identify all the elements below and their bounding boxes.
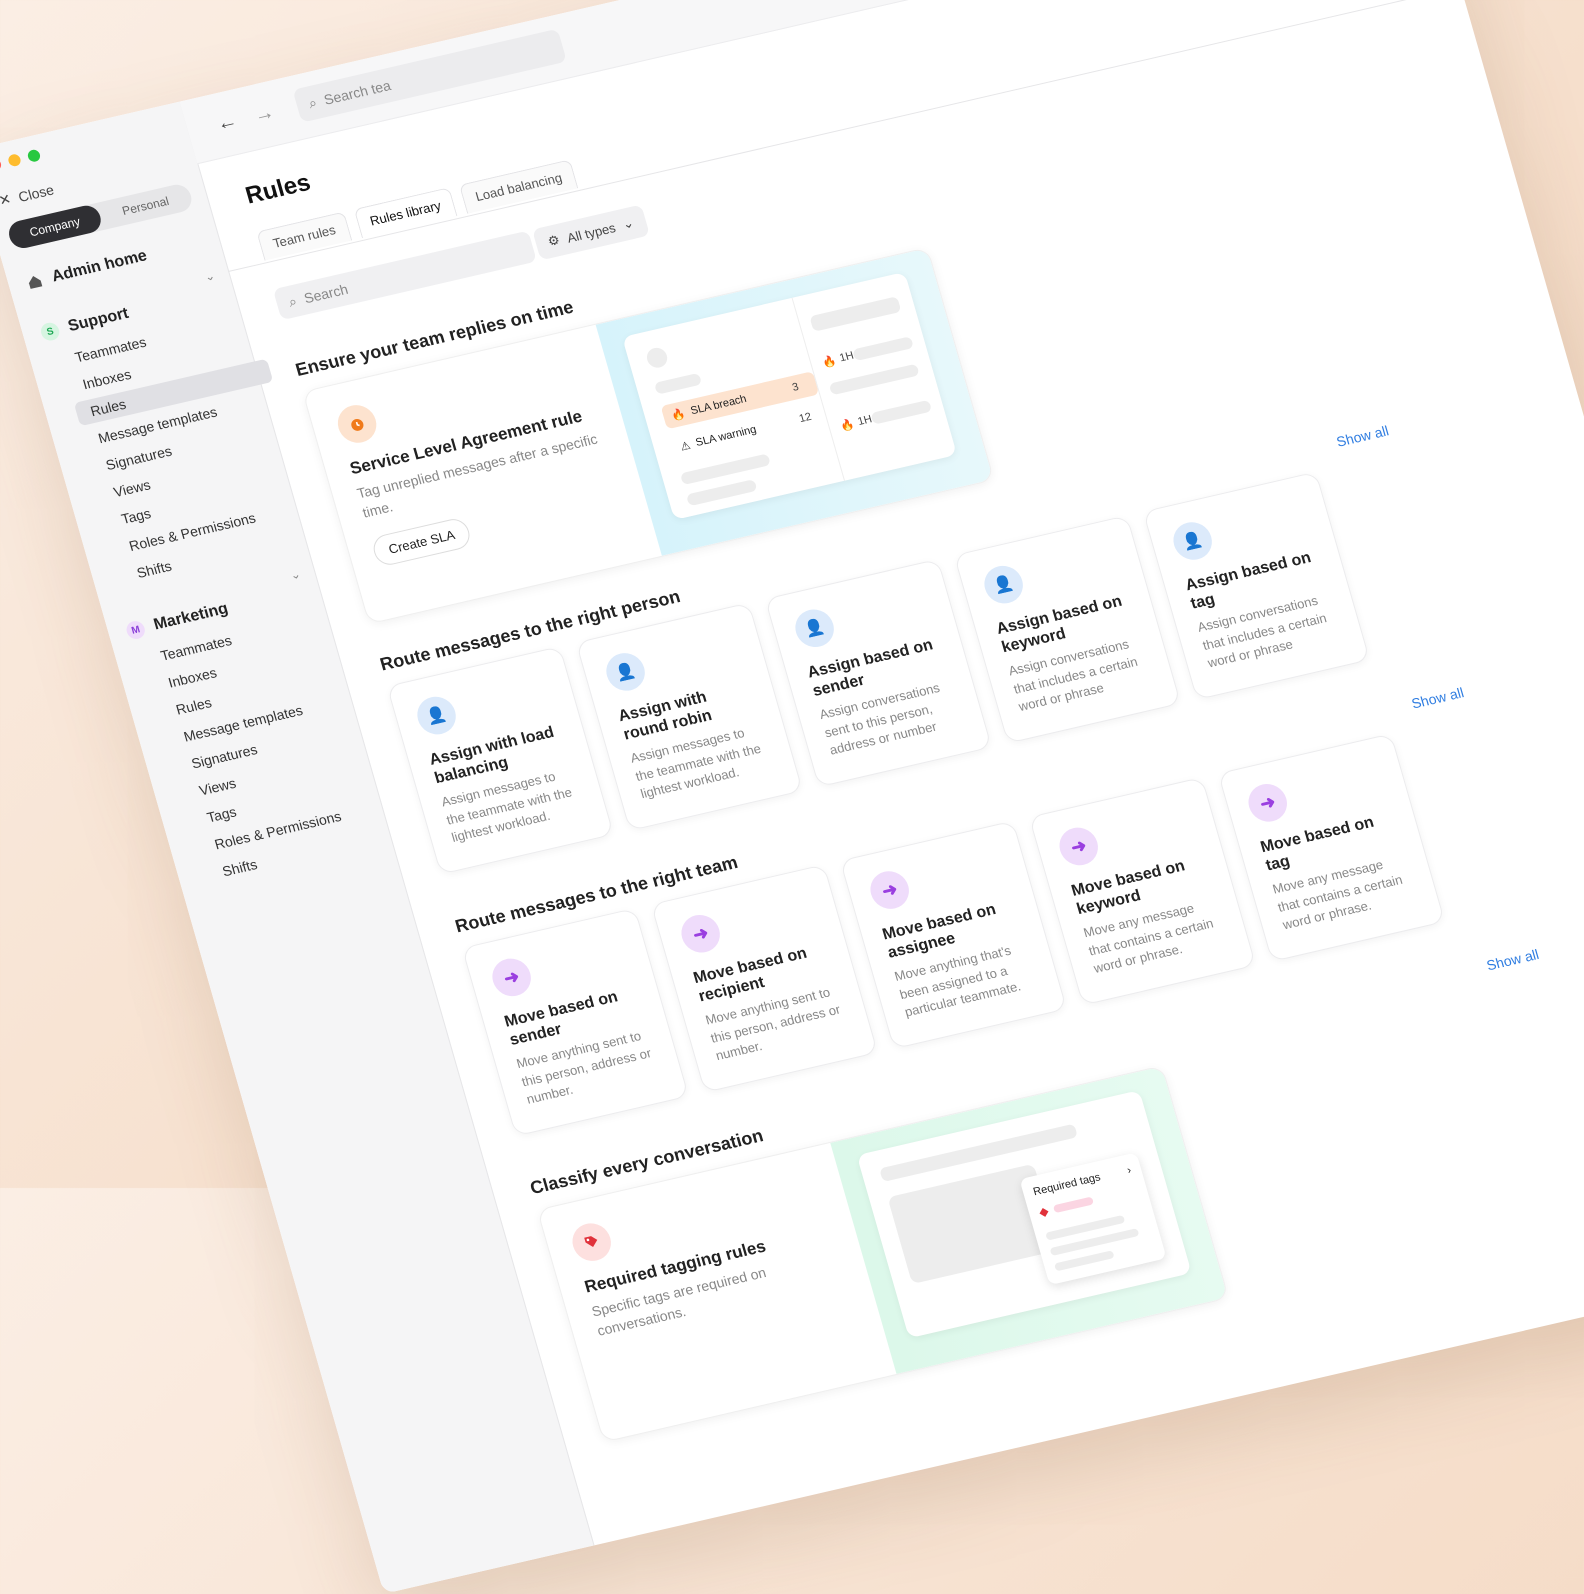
tag-chip: [1053, 1196, 1095, 1214]
avatar: [644, 345, 670, 370]
tag-icon: [567, 1219, 616, 1265]
segment-company[interactable]: Company: [5, 202, 105, 251]
rule-card[interactable]: ➜ Move based on sender Move anything sen…: [461, 907, 690, 1137]
fire-icon: 🔥: [821, 354, 838, 370]
minimize-window-dot[interactable]: [6, 153, 22, 168]
chevron-right-icon[interactable]: ›: [1126, 1164, 1133, 1176]
sidebar-item-views[interactable]: Views: [112, 476, 153, 500]
assign-user-icon: 👤: [412, 692, 461, 739]
group-badge: M: [124, 619, 147, 641]
group-name: Marketing: [151, 600, 231, 634]
assign-user-icon: 👤: [601, 649, 650, 695]
gear-icon: ⚙: [545, 231, 562, 250]
alarm-clock-icon: [333, 401, 381, 447]
rule-card[interactable]: ➜ Move based on recipient Move anything …: [650, 864, 879, 1093]
back-arrow-icon[interactable]: ←: [214, 110, 240, 137]
sla-preview-panel: 🔥 SLA breach 3 ⚠ SLA warning 12 🔥 1H 🔥 1…: [595, 248, 994, 556]
arrow-right-icon: ➜: [676, 911, 725, 957]
placeholder-bar: [828, 363, 920, 396]
search-icon: ⌕: [306, 93, 319, 111]
time-tag: 🔥 1H: [839, 413, 874, 433]
sidebar-item-inboxes[interactable]: Inboxes: [81, 366, 133, 392]
required-tags-popover: Required tags › ◆: [1019, 1152, 1167, 1286]
rule-card[interactable]: 👤 Assign with load balancing Assign mess…: [386, 645, 615, 875]
chevron-down-icon[interactable]: ⌄: [203, 268, 217, 284]
sla-preview-mock: 🔥 SLA breach 3 ⚠ SLA warning 12 🔥 1H 🔥 1…: [622, 271, 958, 521]
sidebar-item-inboxes[interactable]: Inboxes: [166, 664, 218, 690]
placeholder-bar: [870, 399, 933, 425]
sidebar-item-tags[interactable]: Tags: [119, 505, 152, 527]
placeholder-bar: [679, 453, 771, 486]
sidebar-item-teammates[interactable]: Teammates: [73, 334, 148, 366]
group-support[interactable]: S Support: [38, 304, 131, 343]
show-all-classify-link[interactable]: Show all: [1485, 946, 1541, 973]
classify-hero-card: Required tagging rules Specific tags are…: [536, 1065, 1230, 1443]
show-all-person-link[interactable]: Show all: [1335, 422, 1391, 449]
rule-card[interactable]: ➜ Move based on assignee Move anything t…: [839, 820, 1068, 1050]
rule-card[interactable]: ➜ Move based on keyword Move any message…: [1028, 776, 1257, 1006]
placeholder-bar: [685, 479, 758, 507]
arrow-right-icon: ➜: [487, 954, 536, 1000]
search-icon: ⌕: [286, 292, 299, 310]
group-badge: S: [38, 320, 62, 343]
classify-preview-panel: Required tags › ◆: [830, 1066, 1228, 1374]
assign-user-icon: 👤: [979, 562, 1028, 608]
group-name: Support: [66, 304, 131, 336]
rule-card[interactable]: ➜ Move based on tag Move any message tha…: [1217, 733, 1446, 962]
close-button[interactable]: ✕ Close: [0, 181, 56, 210]
chevron-down-icon[interactable]: ⌄: [289, 567, 303, 583]
window-controls: [0, 148, 42, 172]
admin-home-link[interactable]: Admin home: [25, 247, 150, 292]
assign-user-icon: 👤: [790, 605, 839, 651]
create-sla-button[interactable]: Create SLA: [370, 516, 474, 568]
sla-breach-label: SLA breach: [689, 392, 748, 418]
arrow-right-icon: ➜: [1243, 780, 1292, 826]
rule-card[interactable]: 👤 Assign based on keyword Assign convers…: [953, 515, 1182, 744]
arrow-right-icon: ➜: [1054, 823, 1103, 870]
placeholder-bar: [809, 296, 902, 332]
tabs-divider: [228, 0, 1461, 273]
rules-search-placeholder: Search: [302, 280, 350, 307]
time-tag: 🔥 1H: [821, 350, 856, 370]
sla-warning-label: SLA warning: [694, 423, 758, 449]
sidebar-item-signatures[interactable]: Signatures: [190, 741, 260, 771]
global-search-placeholder: Search tea: [322, 77, 393, 108]
show-all-team-link[interactable]: Show all: [1410, 684, 1466, 711]
placeholder-bar: [653, 372, 703, 395]
sidebar-item-views[interactable]: Views: [197, 775, 238, 799]
rule-card[interactable]: 👤 Assign with round robin Assign message…: [575, 602, 804, 832]
assign-user-icon: 👤: [1168, 518, 1217, 564]
sidebar-item-teammates[interactable]: Teammates: [159, 632, 234, 664]
close-window-dot[interactable]: [0, 157, 3, 172]
close-icon: ✕: [0, 190, 13, 209]
sidebar-item-signatures[interactable]: Signatures: [104, 443, 174, 473]
segment-personal[interactable]: Personal: [96, 182, 194, 230]
home-icon: [28, 276, 43, 289]
maximize-window-dot[interactable]: [26, 148, 42, 163]
rule-card[interactable]: 👤 Assign based on sender Assign conversa…: [764, 558, 993, 788]
arrow-right-icon: ➜: [865, 867, 914, 913]
chevron-down-icon: ⌄: [620, 214, 636, 232]
warning-icon: ⚠: [678, 439, 692, 454]
sla-hero-card: Service Level Agreement rule Tag unrepli…: [302, 247, 995, 625]
tag-icon: ◆: [1037, 1203, 1051, 1220]
rule-card[interactable]: 👤 Assign based on tag Assign conversatio…: [1142, 471, 1371, 701]
classify-preview-mock: Required tags › ◆: [856, 1090, 1192, 1339]
page-title: Rules: [242, 168, 314, 210]
type-filter-label: All types: [565, 219, 618, 246]
tab-load-balancing[interactable]: Load balancing: [458, 159, 579, 214]
sidebar-item-shifts[interactable]: Shifts: [220, 856, 259, 879]
app-window: ✕ Close Company Personal Admin home S Su…: [0, 0, 1584, 1594]
placeholder-bar: [852, 336, 914, 362]
admin-home-label: Admin home: [49, 247, 149, 286]
sidebar-item-shifts[interactable]: Shifts: [135, 558, 174, 581]
fire-icon: 🔥: [670, 407, 687, 423]
sidebar-item-rules[interactable]: Rules: [174, 694, 213, 717]
sidebar-item-tags[interactable]: Tags: [205, 803, 238, 825]
fire-icon: 🔥: [839, 418, 857, 433]
close-label: Close: [16, 181, 56, 205]
forward-arrow-icon[interactable]: →: [251, 101, 277, 128]
type-filter-dropdown[interactable]: ⚙ All types ⌄: [532, 204, 650, 261]
